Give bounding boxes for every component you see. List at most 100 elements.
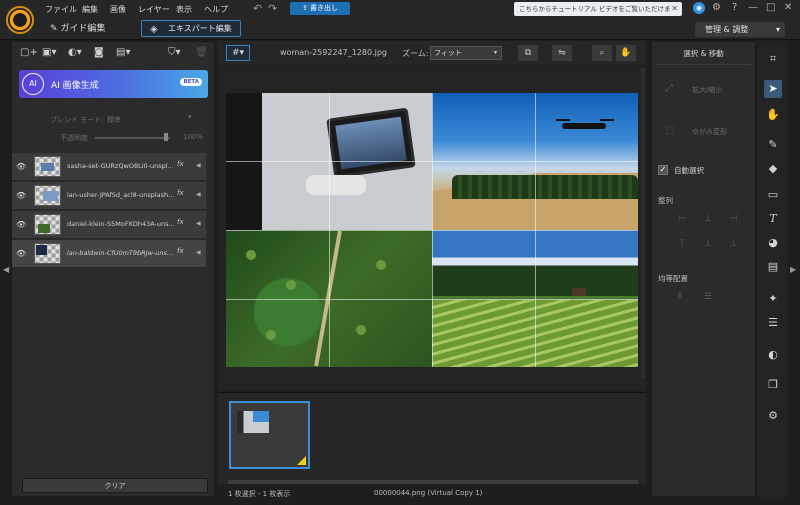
magic-wand-icon[interactable]: ✦ [764, 290, 782, 308]
menu-view[interactable]: 表示 [176, 4, 192, 15]
align-top-icon[interactable]: ⊤ [678, 239, 686, 249]
photo-controller [306, 175, 366, 195]
photo-tree [376, 260, 386, 270]
menu-file[interactable]: ファイル [45, 4, 77, 15]
zoom-label: ズーム: [402, 49, 429, 58]
current-file-status: 00000044.png (Virtual Copy 1) [374, 489, 483, 497]
layer-row[interactable]: 👁 sasha-set-GURzQwO8Li0-unspl... fx ◀ [12, 153, 206, 181]
eye-icon[interactable]: 👁 [16, 220, 26, 229]
zoom-icon[interactable]: ⌕ [592, 45, 612, 61]
layer-row[interactable]: 👁 daniel-klein-S5MoFKDh43A-uns... fx ◀ [12, 211, 206, 239]
retouch-icon[interactable]: ✋ [764, 106, 782, 124]
menu-edit[interactable]: 編集 [82, 4, 98, 15]
minimize-icon[interactable]: — [748, 2, 758, 14]
adjustment-layer-icon[interactable]: ◐▾ [68, 47, 82, 58]
distort-button[interactable]: ゆがみ変形 [692, 127, 727, 137]
align-bottom-icon[interactable]: ⊥ [730, 239, 738, 249]
zoom-select[interactable]: フィット ▾ [430, 46, 502, 60]
eye-icon[interactable]: 👁 [16, 249, 26, 258]
layer-name: ian-usher-JPAfSd_acl8-unsplash... [67, 191, 175, 199]
tutorial-close-icon[interactable]: ✕ [671, 2, 678, 16]
guide-label: ガイド編集 [60, 24, 106, 34]
brush-icon[interactable]: ✎ [764, 136, 782, 154]
layer-row[interactable]: 👁 ian-baldwin-CfU0mT9bRJw-uns... fx ◀ [12, 240, 206, 268]
clone-icon[interactable]: ❐ [764, 376, 782, 394]
properties-panel [651, 41, 756, 497]
menu-image[interactable]: 画像 [110, 4, 126, 15]
opacity-label: 不透明度 [60, 134, 88, 142]
menu-layer[interactable]: レイヤー [138, 4, 170, 15]
mask-icon[interactable]: ◙ [94, 47, 104, 58]
canvas-scrollbar[interactable] [641, 68, 645, 378]
undo-icon[interactable]: ↶ [253, 2, 262, 15]
blend-mode-select[interactable]: 標準 [107, 115, 121, 125]
align-middle-icon[interactable]: ⊥ [704, 239, 712, 249]
fill-icon[interactable]: ◕ [764, 234, 782, 252]
photo-tree [356, 325, 366, 335]
expand-arrow-icon[interactable]: ◀ [196, 249, 201, 256]
expand-arrow-icon[interactable]: ◀ [196, 162, 201, 169]
collapse-left-icon[interactable]: ◀ [3, 265, 9, 274]
new-layer-icon[interactable]: ▢+ [20, 47, 38, 58]
compare-icon[interactable]: ⧉ [518, 45, 538, 61]
distribute-vertical-icon[interactable]: ☰ [704, 292, 712, 302]
eye-icon[interactable]: 👁 [16, 191, 26, 200]
crop-icon[interactable]: ⌗ [764, 50, 782, 68]
filter-icon[interactable]: ⛉▾ [168, 47, 181, 58]
flip-icon[interactable]: ⇋ [552, 45, 572, 61]
file-name: woman-2592247_1280.jpg [280, 48, 387, 57]
align-left-icon[interactable]: ⊢ [678, 214, 686, 224]
tutorial-banner[interactable]: こちらからチュートリアル ビデオをご覧いただけます... ✕ [514, 2, 682, 27]
collapse-right-icon[interactable]: ▶ [790, 265, 796, 274]
manage-adjust-button[interactable]: 管理 & 調整 ▾ [695, 22, 785, 37]
fx-icon[interactable]: fx [177, 218, 184, 226]
grid-icon[interactable]: #▾ [226, 45, 250, 61]
close-window-icon[interactable]: ✕ [784, 2, 792, 14]
layer-row[interactable]: 👁 ian-usher-JPAfSd_acl8-unsplash... fx ◀ [12, 182, 206, 210]
autoselect-checkbox[interactable]: ✓ [658, 165, 668, 175]
eye-icon[interactable]: 👁 [16, 162, 26, 171]
add-image-icon[interactable]: ▣▾ [42, 47, 56, 58]
gear-icon[interactable]: ⚙ [764, 407, 782, 425]
scale-button[interactable]: 拡大/縮小 [692, 85, 722, 95]
canvas-image[interactable] [226, 93, 638, 367]
opacity-slider-thumb[interactable] [164, 133, 168, 141]
menu-help[interactable]: ヘルプ [204, 4, 228, 15]
distribute-horizontal-icon[interactable]: ⫴ [678, 292, 682, 302]
export-button[interactable]: ⇪ 書き出し [290, 2, 350, 15]
expert-edit-button[interactable]: ◈ エキスパート編集 [141, 20, 241, 37]
autoselect-label: 自動選択 [674, 166, 704, 175]
filmstrip-thumbnail[interactable] [229, 401, 310, 469]
settings-icon[interactable]: ⚙ [712, 2, 721, 14]
expand-arrow-icon[interactable]: ◀ [196, 191, 201, 198]
expand-arrow-icon[interactable]: ◀ [196, 220, 201, 227]
layer-thumbnail [34, 214, 61, 235]
help-icon[interactable]: ? [732, 2, 737, 14]
app-logo[interactable] [6, 6, 34, 34]
fx-icon[interactable]: fx [177, 189, 184, 197]
photo-hut [572, 288, 586, 296]
ai-image-generation-button[interactable]: AI AI 画像生成 BETA [19, 70, 208, 98]
effects-icon[interactable]: ◐ [764, 346, 782, 364]
layer-menu-icon[interactable]: ▤▾ [116, 47, 130, 58]
rectangle-icon[interactable]: ▭ [764, 186, 782, 204]
filmstrip-scrollbar[interactable] [228, 480, 638, 484]
trash-icon[interactable]: 🗑 [195, 47, 208, 58]
maximize-icon[interactable]: □ [766, 2, 775, 14]
fx-icon[interactable]: fx [177, 160, 184, 168]
gradient-icon[interactable]: ▤ [764, 258, 782, 276]
hand-icon[interactable]: ✋ [616, 45, 636, 61]
virtual-copy-badge [297, 456, 306, 465]
text-icon[interactable]: T [764, 210, 782, 228]
align-right-icon[interactable]: ⊣ [730, 214, 738, 224]
fx-icon[interactable]: fx [177, 247, 184, 255]
eraser-icon[interactable]: ◆ [764, 160, 782, 178]
notification-icon[interactable]: ◉ [693, 2, 705, 14]
guide-edit-button[interactable]: ✎ ガイド編集 [50, 21, 105, 34]
adjustments-icon[interactable]: ☰ [764, 314, 782, 332]
opacity-slider[interactable] [95, 137, 170, 139]
align-center-icon[interactable]: ⊥ [704, 214, 712, 224]
clear-button[interactable]: クリア [22, 478, 208, 493]
redo-icon[interactable]: ↷ [268, 2, 277, 15]
select-move-icon[interactable]: ➤ [764, 80, 782, 98]
